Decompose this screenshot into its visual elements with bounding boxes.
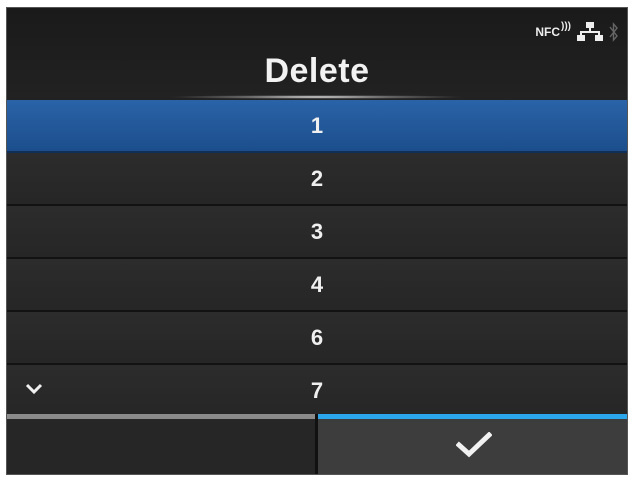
status-icons: NFC ))) — [535, 21, 619, 43]
list-item-label: 3 — [310, 218, 324, 244]
back-button[interactable] — [7, 414, 315, 474]
page-title: Delete — [264, 52, 370, 90]
list-item[interactable]: 3 — [7, 206, 627, 259]
list-item-label: 2 — [310, 165, 324, 191]
list-item-label: 6 — [310, 324, 324, 350]
nfc-icon: NFC ))) — [535, 21, 571, 39]
list-item[interactable]: 4 — [7, 259, 627, 312]
checkmark-icon — [454, 431, 493, 463]
item-list: 1 2 3 4 6 7 — [7, 100, 627, 418]
chevron-down-icon[interactable] — [25, 382, 43, 400]
printer-display: NFC ))) Delete 1 2 3 4 6 7 — [6, 7, 628, 475]
list-item-label: 4 — [310, 271, 324, 297]
list-item[interactable]: 2 — [7, 153, 627, 206]
bluetooth-icon — [609, 22, 619, 42]
list-item-label: 7 — [310, 377, 324, 403]
footer-bar — [7, 414, 627, 474]
nfc-label: NFC — [535, 25, 560, 39]
network-icon — [577, 22, 603, 42]
confirm-button[interactable] — [318, 414, 627, 474]
list-item[interactable]: 1 — [7, 100, 627, 153]
list-item-label: 1 — [310, 112, 324, 138]
header: NFC ))) Delete — [7, 8, 627, 100]
list-item[interactable]: 6 — [7, 312, 627, 365]
nfc-waves-icon: ))) — [561, 21, 571, 32]
title-underline-glow — [167, 95, 467, 99]
list-item[interactable]: 7 — [7, 365, 627, 418]
